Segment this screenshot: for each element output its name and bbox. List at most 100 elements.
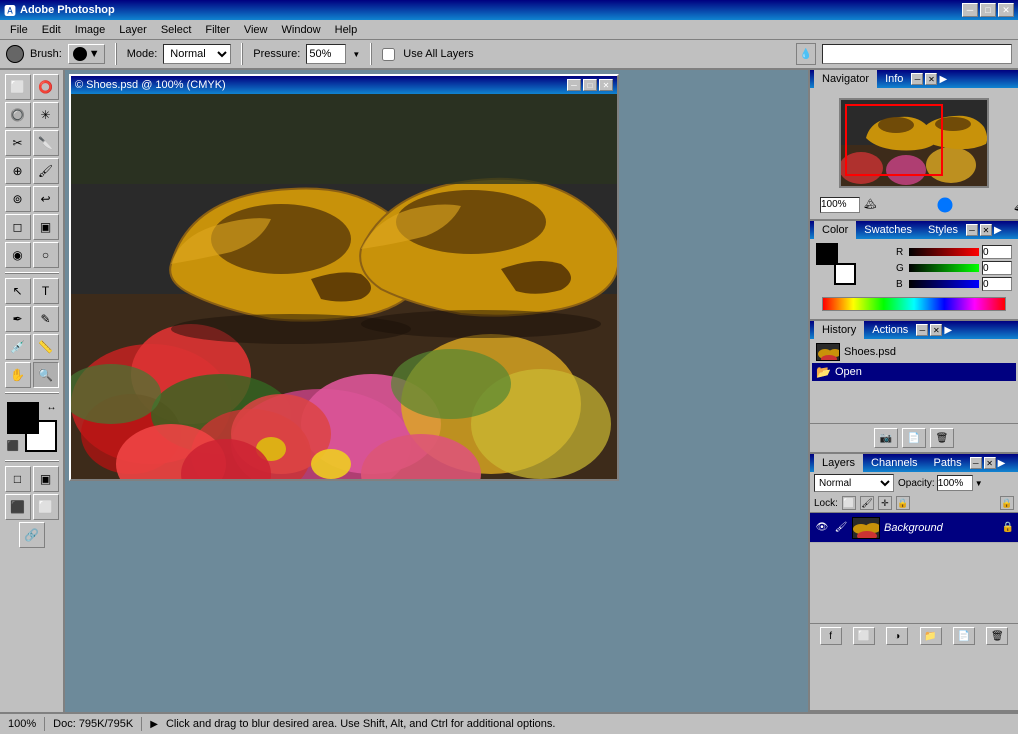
navigator-close-btn[interactable]: ✕ [925, 73, 937, 85]
history-brush-tool[interactable]: ↩ [33, 186, 59, 212]
standard-screen-btn[interactable]: ⬛ [5, 494, 31, 520]
close-button[interactable]: ✕ [998, 3, 1014, 17]
layer-new-btn[interactable]: 📄 [953, 627, 975, 645]
layer-style-btn[interactable]: f [820, 627, 842, 645]
airbrush-icon[interactable]: 💧 [796, 43, 816, 65]
marquee-rect-tool[interactable]: ⬜ [5, 74, 31, 100]
menu-filter[interactable]: Filter [199, 22, 235, 38]
marquee-ellipse-tool[interactable]: ⭕ [33, 74, 59, 100]
maximize-button[interactable]: □ [980, 3, 996, 17]
standard-mode-btn[interactable]: □ [5, 466, 31, 492]
minimize-button[interactable]: ─ [962, 3, 978, 17]
imageready-btn[interactable]: 🔗 [19, 522, 45, 548]
layer-mask-btn[interactable]: ⬜ [853, 627, 875, 645]
zoom-tool[interactable]: 🔍 [33, 362, 59, 388]
tab-styles[interactable]: Styles [920, 221, 966, 239]
lock-transparent-btn[interactable]: ⬜ [842, 496, 856, 510]
layer-folder-btn[interactable]: 📁 [920, 627, 942, 645]
menu-view[interactable]: View [238, 22, 274, 38]
bg-color-box[interactable] [834, 263, 856, 285]
quickmask-mode-btn[interactable]: ▣ [33, 466, 59, 492]
layer-adjustment-btn[interactable]: ◑ [886, 627, 908, 645]
menu-help[interactable]: Help [329, 22, 364, 38]
path-tool[interactable]: ↖ [5, 278, 31, 304]
tab-paths[interactable]: Paths [926, 454, 970, 472]
layers-close-btn[interactable]: ✕ [984, 457, 996, 469]
history-menu-arrow[interactable]: ▶ [944, 325, 952, 336]
slice-tool[interactable]: 🔪 [33, 130, 59, 156]
color-minimize-btn[interactable]: ─ [966, 224, 978, 236]
eyedrop-tool[interactable]: 💉 [5, 334, 31, 360]
doc-close-btn[interactable]: ✕ [599, 79, 613, 91]
color-close-btn[interactable]: ✕ [980, 224, 992, 236]
measure-tool[interactable]: 📏 [33, 334, 59, 360]
hand-tool[interactable]: ✋ [5, 362, 31, 388]
lock-all-btn[interactable]: 🔒 [896, 496, 910, 510]
pen-tool[interactable]: ✒ [5, 306, 31, 332]
tab-swatches[interactable]: Swatches [856, 221, 920, 239]
g-value-input[interactable]: 0 [982, 261, 1012, 275]
zoom-out-icon[interactable]: 🏔 [864, 199, 877, 210]
zoom-input[interactable]: 100% [820, 197, 860, 213]
brush-tool[interactable]: 🖌 [33, 158, 59, 184]
history-item-1[interactable]: 📂 Open [812, 363, 1016, 381]
zoom-in-icon[interactable]: 🏔 [1014, 196, 1018, 213]
history-item-0[interactable]: Shoes.psd [812, 341, 1016, 363]
opacity-input[interactable]: 100% [937, 475, 973, 491]
menu-image[interactable]: Image [69, 22, 112, 38]
foreground-color-swatch[interactable] [7, 402, 39, 434]
eraser-tool[interactable]: ◻ [5, 214, 31, 240]
tab-channels[interactable]: Channels [863, 454, 925, 472]
menu-file[interactable]: File [4, 22, 34, 38]
tab-info[interactable]: Info [877, 70, 911, 88]
pressure-arrow[interactable]: ▼ [352, 50, 360, 59]
menu-layer[interactable]: Layer [113, 22, 153, 38]
color-menu-arrow[interactable]: ▶ [994, 225, 1002, 236]
fg-color-box[interactable] [816, 243, 838, 265]
document-canvas[interactable] [71, 94, 617, 479]
navigator-minimize-btn[interactable]: ─ [911, 73, 923, 85]
lock-image-btn[interactable]: 🖌 [860, 496, 874, 510]
color-spectrum[interactable] [822, 297, 1006, 311]
mode-select[interactable]: Normal Dissolve Multiply [163, 44, 231, 64]
tab-layers[interactable]: Layers [814, 454, 863, 472]
history-new-snapshot-btn[interactable]: 📷 [874, 428, 898, 448]
type-tool[interactable]: T [33, 278, 59, 304]
use-all-layers-checkbox[interactable] [382, 48, 395, 61]
magic-wand-tool[interactable]: ✳ [33, 102, 59, 128]
history-minimize-btn[interactable]: ─ [916, 324, 928, 336]
gradient-tool[interactable]: ▣ [33, 214, 59, 240]
r-value-input[interactable]: 0 [982, 245, 1012, 259]
brush-size-dropdown[interactable]: ▼ [68, 44, 105, 64]
doc-maximize-btn[interactable]: □ [583, 79, 597, 91]
doc-minimize-btn[interactable]: ─ [567, 79, 581, 91]
clone-tool[interactable]: ⊚ [5, 186, 31, 212]
zoom-slider[interactable] [881, 201, 1010, 209]
layers-menu-arrow[interactable]: ▶ [998, 458, 1006, 469]
lock-position-btn[interactable]: ✛ [878, 496, 892, 510]
navigator-menu-arrow[interactable]: ▶ [939, 74, 947, 85]
dodge-tool[interactable]: ○ [33, 242, 59, 268]
layer-visibility-eye[interactable]: 👁 [814, 520, 830, 536]
menu-window[interactable]: Window [276, 22, 327, 38]
menu-select[interactable]: Select [155, 22, 198, 38]
history-delete-btn[interactable]: 🗑 [930, 428, 954, 448]
fullscreen-btn[interactable]: ⬜ [33, 494, 59, 520]
default-colors-icon[interactable]: ⬛ [7, 441, 19, 452]
tab-color[interactable]: Color [814, 221, 856, 239]
switch-colors-icon[interactable]: ↔ [47, 402, 57, 413]
b-value-input[interactable]: 0 [982, 277, 1012, 291]
layer-item-background[interactable]: 👁 🖌 Background 🔒 [810, 513, 1018, 543]
pressure-input[interactable]: 50% [306, 44, 346, 64]
blur-tool[interactable]: ◉ [5, 242, 31, 268]
layer-delete-btn[interactable]: 🗑 [986, 627, 1008, 645]
heal-tool[interactable]: ⊕ [5, 158, 31, 184]
opacity-arrow[interactable]: ▼ [975, 479, 983, 488]
crop-tool[interactable]: ✂ [5, 130, 31, 156]
blend-mode-select[interactable]: Normal Multiply Screen [814, 474, 894, 492]
history-close-btn[interactable]: ✕ [930, 324, 942, 336]
tab-navigator[interactable]: Navigator [814, 70, 877, 88]
lasso-tool[interactable]: 🔘 [5, 102, 31, 128]
menu-edit[interactable]: Edit [36, 22, 67, 38]
layers-minimize-btn[interactable]: ─ [970, 457, 982, 469]
